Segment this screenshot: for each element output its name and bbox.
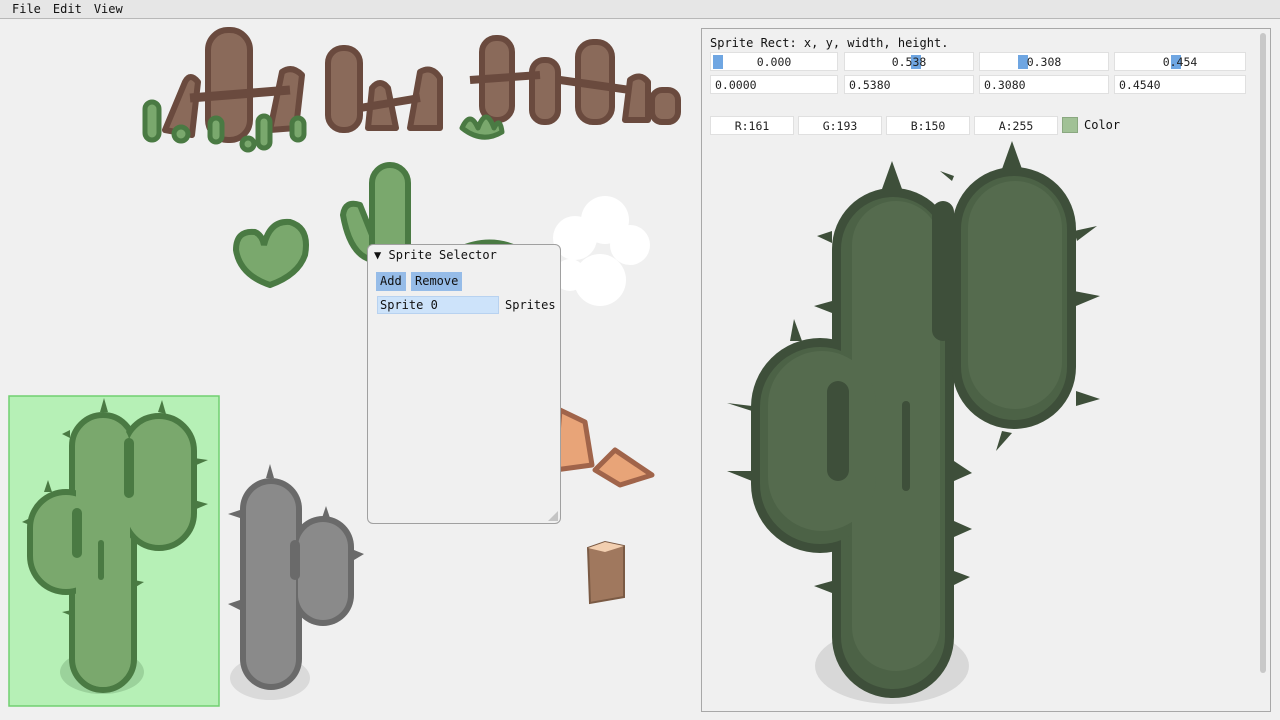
- sprite-sheet-canvas[interactable]: [0, 20, 700, 720]
- color-g-input[interactable]: G:193: [798, 116, 882, 135]
- rect-width-slider-value: 0.308: [1026, 55, 1062, 69]
- fence-sprite-3: [469, 35, 681, 125]
- fence-sprite-1: [162, 27, 305, 143]
- sprite-selector-window[interactable]: ▼ Sprite Selector Add Remove Sprite 0 Sp…: [367, 244, 561, 524]
- rect-width-input[interactable]: 0.3080: [979, 75, 1109, 94]
- heart-sprite: [232, 218, 309, 289]
- sprite-selector-title[interactable]: ▼ Sprite Selector: [374, 248, 497, 262]
- color-label: Color: [1084, 118, 1121, 132]
- rect-x-input[interactable]: 0.0000: [710, 75, 838, 94]
- grass-tufts: [142, 99, 505, 153]
- sprite-properties-panel: Sprite Rect: x, y, width, height. 0.000 …: [701, 28, 1271, 712]
- rect-x-slider[interactable]: 0.000: [710, 52, 838, 71]
- menu-view[interactable]: View: [88, 0, 129, 19]
- rect-y-slider[interactable]: 0.538: [844, 52, 974, 71]
- rect-y-input[interactable]: 0.5380: [844, 75, 974, 94]
- menu-bar: File Edit View: [0, 0, 1280, 19]
- add-sprite-button[interactable]: Add: [376, 272, 406, 291]
- rect-x-slider-value: 0.000: [756, 55, 792, 69]
- rect-y-slider-value: 0.538: [891, 55, 927, 69]
- sprite-list-item[interactable]: Sprite 0: [377, 296, 499, 314]
- menu-edit[interactable]: Edit: [47, 0, 88, 19]
- color-a-input[interactable]: A:255: [974, 116, 1058, 135]
- sprite-preview: [727, 141, 1100, 704]
- rect-height-slider[interactable]: 0.454: [1114, 52, 1246, 71]
- triangle-down-icon[interactable]: ▼: [374, 248, 381, 262]
- color-r-input[interactable]: R:161: [710, 116, 794, 135]
- sprite-rect-label: Sprite Rect: x, y, width, height.: [710, 36, 949, 50]
- resize-grip-icon[interactable]: [548, 511, 558, 521]
- rect-width-slider[interactable]: 0.308: [979, 52, 1109, 71]
- rect-height-input[interactable]: 0.4540: [1114, 75, 1246, 94]
- color-b-input[interactable]: B:150: [886, 116, 970, 135]
- selector-title-text: Sprite Selector: [388, 248, 497, 262]
- sprite-sheet-image: [8, 27, 681, 707]
- cloud-sprite: [553, 196, 650, 306]
- color-swatch[interactable]: [1062, 117, 1078, 133]
- rect-height-slider-value: 0.454: [1162, 55, 1198, 69]
- rock-sprite: [552, 407, 655, 488]
- sprites-list-label: Sprites: [505, 298, 556, 312]
- menu-file[interactable]: File: [6, 0, 47, 19]
- remove-sprite-button[interactable]: Remove: [411, 272, 463, 291]
- fence-sprite-2: [325, 45, 443, 133]
